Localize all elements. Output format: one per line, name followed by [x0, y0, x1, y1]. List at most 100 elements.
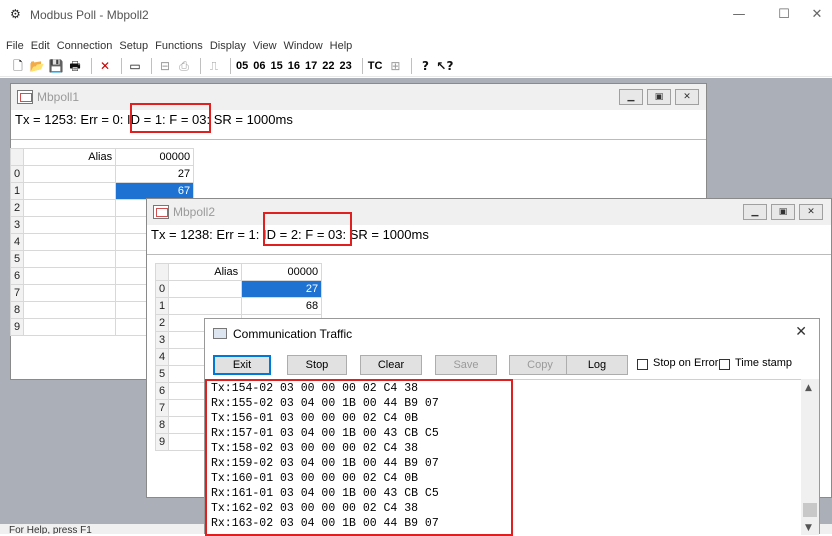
- func-23-button[interactable]: 23: [340, 57, 352, 75]
- grid-corner: [9, 148, 25, 166]
- row-number: 3: [154, 331, 170, 349]
- help-icon[interactable]: ?: [417, 57, 433, 75]
- maximize-button[interactable]: ☐: [769, 6, 799, 24]
- communication-traffic-dialog[interactable]: Communication Traffic ✕ Exit Stop Clear …: [204, 318, 820, 536]
- close-button[interactable]: ✕: [802, 6, 832, 24]
- menu-edit[interactable]: Edit: [31, 38, 50, 54]
- mbpoll1-maximize-button[interactable]: ▣: [647, 89, 671, 105]
- print-icon[interactable]: 🖶: [67, 57, 83, 75]
- alias-cell[interactable]: [23, 267, 117, 285]
- alias-header: Alias: [168, 263, 243, 281]
- clear-button[interactable]: Clear: [360, 355, 422, 375]
- stop-on-error-checkbox[interactable]: [637, 359, 648, 370]
- scroll-down-icon[interactable]: ▼: [805, 523, 812, 533]
- func-22-button[interactable]: 22: [322, 57, 334, 75]
- dialog-title: Communication Traffic: [233, 327, 353, 341]
- value-cell[interactable]: 27: [115, 165, 195, 183]
- copy-button[interactable]: Copy: [509, 355, 571, 375]
- alias-cell[interactable]: [23, 250, 117, 268]
- grid-corner: [154, 263, 170, 281]
- menu-help[interactable]: Help: [330, 38, 353, 54]
- alias-cell[interactable]: [23, 284, 117, 302]
- func-06-button[interactable]: 06: [253, 57, 265, 75]
- read-write-icon[interactable]: ⊟: [157, 57, 173, 75]
- mbpoll2-titlebar[interactable]: Mbpoll2 ▁ ▣ ✕: [147, 199, 831, 225]
- menu-file[interactable]: File: [6, 38, 24, 54]
- toolbar: 🗋 📂 💾 🖶 ✕ ▭ ⊟ ⎙ ⎍ 05 06 15 16 17 22 23 T…: [0, 55, 832, 77]
- exit-button[interactable]: Exit: [213, 355, 271, 375]
- window-icon[interactable]: ▭: [127, 57, 143, 75]
- alias-cell[interactable]: [23, 318, 117, 336]
- dialog-titlebar[interactable]: Communication Traffic ✕: [205, 319, 819, 347]
- table-row[interactable]: 1 68: [154, 297, 323, 315]
- row-number: 0: [9, 165, 25, 183]
- print-preview-icon[interactable]: ⎙: [176, 57, 192, 75]
- mbpoll2-controls: ▁ ▣ ✕: [739, 204, 823, 220]
- menu-display[interactable]: Display: [210, 38, 246, 54]
- pulse-icon[interactable]: ⎍: [206, 57, 222, 75]
- toolbar-divider: [411, 57, 413, 74]
- save-button[interactable]: Save: [435, 355, 497, 375]
- log-button[interactable]: Log: [566, 355, 628, 375]
- row-number: 7: [154, 399, 170, 417]
- value-cell[interactable]: 68: [241, 297, 323, 315]
- table-row[interactable]: 0 27: [9, 165, 195, 183]
- time-stamp-checkbox[interactable]: [719, 359, 730, 370]
- alias-cell[interactable]: [168, 297, 243, 315]
- stop-on-error-label: Stop on Error: [653, 357, 719, 369]
- document-icon: [17, 90, 33, 104]
- dialog-close-icon[interactable]: ✕: [795, 324, 807, 340]
- func-16-button[interactable]: 16: [288, 57, 300, 75]
- alias-cell[interactable]: [23, 301, 117, 319]
- scroll-thumb[interactable]: [803, 503, 817, 517]
- save-icon[interactable]: 💾: [48, 57, 64, 75]
- minimize-button[interactable]: —: [724, 6, 754, 24]
- mbpoll2-close-button[interactable]: ✕: [799, 204, 823, 220]
- disconnect-icon[interactable]: ✕: [97, 57, 113, 75]
- scroll-up-icon[interactable]: ▲: [805, 383, 812, 393]
- traffic-window-icon: [213, 328, 227, 339]
- app-titlebar: ⚙ Modbus Poll - Mbpoll2 — ☐ ✕: [0, 0, 832, 30]
- alias-cell[interactable]: [23, 182, 117, 200]
- traffic-scrollbar[interactable]: ▲ ▼: [801, 379, 819, 535]
- alias-cell[interactable]: [23, 216, 117, 234]
- mbpoll1-title: Mbpoll1: [37, 90, 80, 104]
- table-row[interactable]: 0 27: [154, 280, 323, 298]
- row-number: 8: [9, 301, 25, 319]
- mbpoll1-minimize-button[interactable]: ▁: [619, 89, 643, 105]
- document-icon: [153, 205, 169, 219]
- open-folder-icon[interactable]: 📂: [29, 57, 45, 75]
- toolbar-divider: [230, 57, 231, 74]
- menu-connection[interactable]: Connection: [57, 38, 113, 54]
- stop-button[interactable]: Stop: [287, 355, 347, 375]
- func-17-button[interactable]: 17: [305, 57, 317, 75]
- alias-cell[interactable]: [168, 280, 243, 298]
- traffic-log[interactable]: Tx:154-02 03 00 00 00 02 C4 38 Rx:155-02…: [205, 379, 805, 536]
- mbpoll1-close-button[interactable]: ✕: [675, 89, 699, 105]
- alias-cell[interactable]: [23, 199, 117, 217]
- status-bar-text: For Help, press F1: [9, 525, 92, 534]
- value-cell-selected[interactable]: 27: [241, 280, 323, 298]
- func-05-button[interactable]: 05: [236, 57, 248, 75]
- alias-cell[interactable]: [23, 233, 117, 251]
- mbpoll1-titlebar[interactable]: Mbpoll1 ▁ ▣ ✕: [11, 84, 706, 110]
- menu-view[interactable]: View: [253, 38, 277, 54]
- alias-cell[interactable]: [23, 165, 117, 183]
- row-number: 2: [9, 199, 25, 217]
- mbpoll2-maximize-button[interactable]: ▣: [771, 204, 795, 220]
- new-file-icon[interactable]: 🗋: [10, 57, 26, 75]
- mbpoll2-title: Mbpoll2: [173, 205, 216, 219]
- menu-window[interactable]: Window: [284, 38, 323, 54]
- menu-setup[interactable]: Setup: [119, 38, 148, 54]
- mbpoll1-status-area: Tx = 1253: Err = 0: ID = 1: F = 03: SR =…: [11, 110, 706, 140]
- value-cell-selected[interactable]: 67: [115, 182, 195, 200]
- context-help-icon[interactable]: ↖?: [436, 57, 453, 75]
- alias-header: Alias: [23, 148, 117, 166]
- table-row[interactable]: 1 67: [9, 182, 195, 200]
- func-15-button[interactable]: 15: [271, 57, 283, 75]
- mbpoll2-minimize-button[interactable]: ▁: [743, 204, 767, 220]
- traffic-button[interactable]: TC: [368, 57, 383, 75]
- menu-functions[interactable]: Functions: [155, 38, 203, 54]
- chart-icon[interactable]: ⊞: [387, 57, 403, 75]
- row-number: 0: [154, 280, 170, 298]
